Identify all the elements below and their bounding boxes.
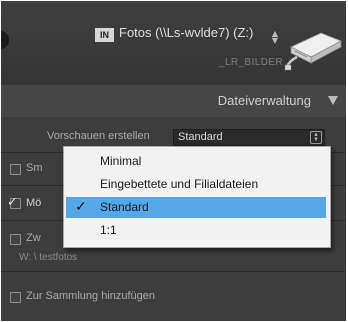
panel-title: Dateiverwaltung	[217, 93, 311, 108]
menu-item-label: Minimal	[100, 154, 142, 168]
source-label[interactable]: Fotos (\\Ls-wvlde7) (Z:)	[119, 25, 253, 40]
previews-dropdown-menu: Minimal Eingebettete und Filialdateien ✓…	[63, 146, 331, 248]
source-chevron-icon[interactable]: ▲ ▼	[271, 30, 279, 45]
menu-item-label: Eingebettete und Filialdateien	[100, 177, 259, 191]
add-to-collection-row: Zur Sammlung hinzufügen	[1, 272, 346, 321]
menu-item-label: 1:1	[100, 223, 117, 237]
menu-item-1-1[interactable]: 1:1	[66, 220, 326, 241]
menu-item-label: Standard	[100, 200, 149, 214]
import-panel: IN Fotos (\\Ls-wvlde7) (Z:) ▲ ▼ _LR_BILDE…	[1, 1, 346, 321]
panel-collapse-knob[interactable]	[1, 31, 9, 49]
source-bar[interactable]: IN Fotos (\\Ls-wvlde7) (Z:) ▲ ▼ _LR_BILDE…	[1, 1, 346, 86]
duplicates-label: Mö	[26, 197, 42, 209]
previews-select[interactable]: Standard ▴ ▾	[173, 129, 325, 146]
smart-previews-label: Sm	[26, 162, 43, 174]
in-badge: IN	[95, 28, 114, 42]
checkmark-icon: ✓	[7, 195, 18, 210]
previews-select-value: Standard	[178, 131, 223, 143]
second-copy-label: Zw	[26, 232, 41, 244]
menu-item-minimal[interactable]: Minimal	[66, 151, 326, 172]
select-stepper-icon: ▴ ▾	[310, 131, 322, 144]
second-copy-checkbox[interactable]	[10, 234, 21, 245]
previews-label: Vorschauen erstellen	[47, 130, 150, 142]
smart-previews-checkbox[interactable]	[10, 164, 21, 175]
source-sublabel: _LR_BILDER	[219, 57, 284, 68]
file-handling-header[interactable]: Dateiverwaltung	[1, 85, 346, 118]
add-to-collection-checkbox[interactable]	[10, 292, 21, 303]
add-to-collection-label: Zur Sammlung hinzufügen	[26, 290, 156, 302]
menu-item-standard[interactable]: ✓ Standard	[66, 197, 326, 218]
menu-item-embedded[interactable]: Eingebettete und Filialdateien	[66, 174, 326, 195]
collapse-triangle-icon[interactable]	[328, 96, 338, 105]
check-icon: ✓	[75, 198, 87, 214]
second-copy-path[interactable]: W: \ testfotos	[19, 252, 77, 263]
external-drive-icon	[284, 32, 342, 71]
